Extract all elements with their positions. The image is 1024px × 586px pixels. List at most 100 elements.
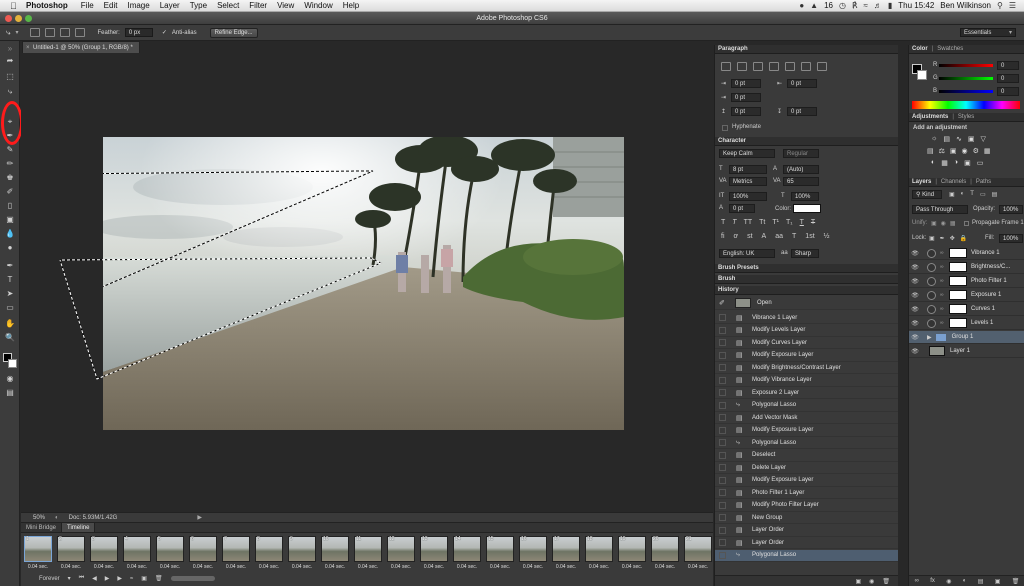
alternates-icon[interactable]: A xyxy=(762,233,767,240)
swash-icon[interactable]: st xyxy=(747,233,752,240)
curves-icon[interactable]: ∿ xyxy=(956,135,962,143)
timeline-frame[interactable]: 20 0.04 sec. xyxy=(650,535,680,571)
vibrance-icon[interactable]: ▽ xyxy=(981,135,986,143)
zoom-tool-icon[interactable]: 🔍 xyxy=(4,332,16,343)
frame-duration[interactable]: 0.04 sec. xyxy=(320,564,350,570)
adjustment-filter-icon[interactable]: ◐ xyxy=(961,191,965,198)
indent-right-input[interactable]: 0 pt xyxy=(787,79,817,88)
camera-snapshot-icon[interactable]: ◉ xyxy=(869,578,874,585)
justify-right-icon[interactable] xyxy=(801,62,811,71)
history-brush-source-checkbox[interactable] xyxy=(719,439,726,446)
superscript-icon[interactable]: T¹ xyxy=(772,219,779,226)
invert-icon[interactable]: ◐ xyxy=(931,159,935,167)
kerning-select[interactable]: Metrics xyxy=(729,177,767,186)
language-select[interactable]: English: UK xyxy=(719,249,775,258)
tab-swatches[interactable]: Swatches xyxy=(937,46,963,52)
collapse-toolbar-icon[interactable]: » xyxy=(4,43,16,54)
timeline-frame[interactable]: 5 0.04 sec. xyxy=(155,535,185,571)
tab-timeline[interactable]: Timeline xyxy=(62,523,96,532)
frame-duration[interactable]: 0.04 sec. xyxy=(353,564,383,570)
history-brush-source-checkbox[interactable] xyxy=(719,376,726,384)
black-white-icon[interactable]: ▣ xyxy=(950,147,957,155)
green-value[interactable]: 0 xyxy=(997,74,1019,83)
visibility-eye-icon[interactable]: 👁 xyxy=(909,292,921,299)
timeline-frame[interactable]: 3 0.04 sec. xyxy=(89,535,119,571)
close-document-icon[interactable]: × xyxy=(26,45,30,51)
link-icon[interactable]: ∞ xyxy=(940,250,946,256)
history-brush-source-checkbox[interactable] xyxy=(719,501,726,509)
frame-duration[interactable]: 0.04 sec. xyxy=(584,564,614,570)
history-brush-source-checkbox[interactable] xyxy=(719,476,726,484)
font-style-select[interactable]: Regular xyxy=(783,149,819,158)
timeline-frame[interactable]: 18 0.04 sec. xyxy=(584,535,614,571)
smart-object-filter-icon[interactable]: ▤ xyxy=(992,191,998,198)
chevron-down-icon[interactable]: ▾ xyxy=(68,575,71,582)
propagate-checkbox[interactable] xyxy=(964,221,969,226)
type-filter-icon[interactable]: T xyxy=(970,191,974,198)
frame-duration[interactable]: 0.04 sec. xyxy=(650,564,680,570)
align-left-icon[interactable] xyxy=(721,62,731,71)
history-state[interactable]: ▤ Modify Levels Layer xyxy=(715,325,898,337)
frame-duration[interactable]: 0.04 sec. xyxy=(551,564,581,570)
timeline-frame[interactable]: 19 0.04 sec. xyxy=(617,535,647,571)
history-brush-source-checkbox[interactable] xyxy=(719,401,726,409)
frame-duration[interactable]: 0.04 sec. xyxy=(122,564,152,570)
frame-duration[interactable]: 0.04 sec. xyxy=(419,564,449,570)
expand-group-icon[interactable]: ▶ xyxy=(927,334,932,341)
new-selection-icon[interactable] xyxy=(29,28,40,37)
timeline-frame[interactable]: 21 0.04 sec. xyxy=(683,535,713,571)
timeline-frame[interactable]: 10 0.04 sec. xyxy=(320,535,350,571)
blue-slider[interactable] xyxy=(939,90,993,93)
subtract-selection-icon[interactable] xyxy=(59,28,70,37)
history-brush-source-checkbox[interactable] xyxy=(719,314,726,321)
all-caps-icon[interactable]: TT xyxy=(744,219,753,226)
levels-icon[interactable]: ▤ xyxy=(943,135,950,143)
text-color-swatch[interactable] xyxy=(793,204,821,213)
color-balance-icon[interactable]: ⚖ xyxy=(939,147,945,155)
layer-row[interactable]: 👁 Layer 1 xyxy=(909,345,1024,358)
tab-layers[interactable]: Layers xyxy=(912,179,931,185)
history-brush-source-checkbox[interactable] xyxy=(719,339,726,346)
menu-view[interactable]: View xyxy=(277,1,294,10)
font-family-select[interactable]: Keep Calm xyxy=(719,149,775,158)
frame-duration[interactable]: 0.04 sec. xyxy=(155,564,185,570)
space-after-input[interactable]: 0 pt xyxy=(787,107,817,116)
tracking-input[interactable]: 65 xyxy=(783,177,819,186)
tab-channels[interactable]: Channels xyxy=(941,179,966,185)
small-caps-icon[interactable]: Tt xyxy=(759,219,765,226)
history-state[interactable]: ▤ Layer Order xyxy=(715,537,898,549)
justify-all-icon[interactable] xyxy=(817,62,827,71)
zoom-window-button[interactable] xyxy=(25,15,32,22)
history-state[interactable]: ▤ Photo Filter 1 Layer xyxy=(715,487,898,499)
background-color-swatch-panel[interactable] xyxy=(917,70,927,80)
history-brush-source-checkbox[interactable] xyxy=(719,426,726,434)
history-brush-source-checkbox[interactable] xyxy=(719,451,726,459)
menu-help[interactable]: Help xyxy=(343,1,359,10)
visibility-eye-icon[interactable]: 👁 xyxy=(909,306,921,313)
timeline-frame[interactable]: 8 0.04 sec. xyxy=(254,535,284,571)
history-brush-source-checkbox[interactable] xyxy=(719,539,726,546)
selective-color-icon[interactable]: ▣ xyxy=(964,159,971,167)
brush-presets-panel-header[interactable]: Brush Presets xyxy=(715,264,898,273)
threshold-icon[interactable]: ◑ xyxy=(954,159,958,167)
timeline-scrollbar[interactable] xyxy=(170,576,215,581)
blue-value[interactable]: 0 xyxy=(997,87,1019,96)
lock-all-icon[interactable]: 🔒 xyxy=(960,235,967,242)
timeline-frame[interactable]: 14 0.04 sec. xyxy=(452,535,482,571)
adobe-icon[interactable]: ▲ xyxy=(810,1,818,10)
unify-style-icon[interactable]: ▦ xyxy=(950,220,956,227)
lock-image-icon[interactable]: ✒ xyxy=(940,235,945,242)
unify-position-icon[interactable]: ▣ xyxy=(931,220,937,227)
visibility-eye-icon[interactable]: 👁 xyxy=(909,250,921,257)
layer-row[interactable]: 👁 ∞ Brightness/C... xyxy=(909,261,1024,274)
align-right-icon[interactable] xyxy=(753,62,763,71)
first-frame-icon[interactable]: ⏮ xyxy=(79,575,84,582)
layer-mask-thumbnail[interactable] xyxy=(949,276,967,286)
hyphenate-checkbox[interactable] xyxy=(722,125,728,131)
quick-mask-icon[interactable]: ◉ xyxy=(4,373,16,384)
layer-filter-select[interactable]: ⚲ Kind xyxy=(912,190,942,199)
frame-duration[interactable]: 0.04 sec. xyxy=(89,564,119,570)
menu-window[interactable]: Window xyxy=(304,1,332,10)
new-group-icon[interactable]: ▤ xyxy=(978,578,984,585)
status-icon[interactable]: ● xyxy=(799,1,804,10)
